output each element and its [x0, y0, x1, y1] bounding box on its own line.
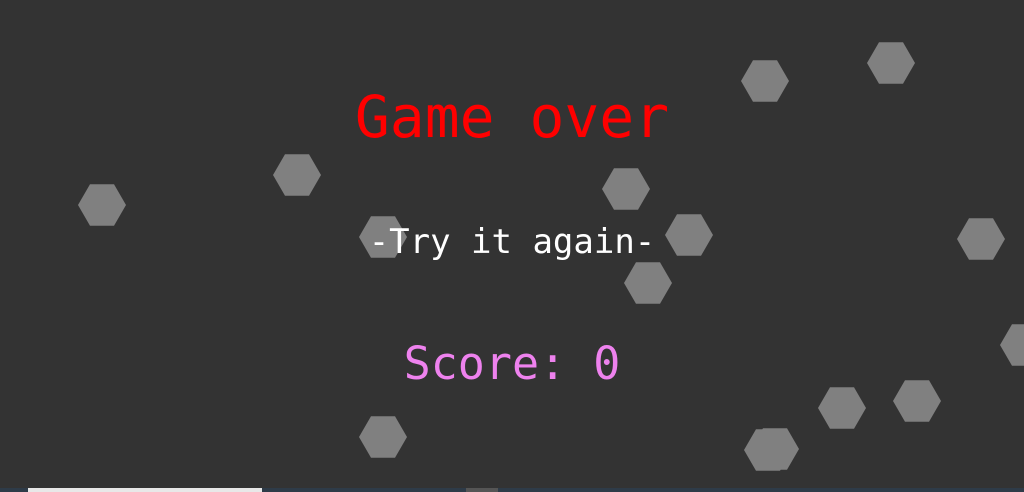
bottom-bar-highlight — [28, 488, 262, 492]
score-label: Score: — [403, 337, 567, 390]
bottom-bar-marker — [466, 488, 498, 492]
hexagon-icon — [624, 262, 672, 304]
score-value: 0 — [593, 337, 621, 390]
game-over-title: Game over — [354, 83, 670, 151]
hexagon-icon — [273, 154, 321, 196]
score-display: Score: 0 — [0, 336, 1024, 392]
hexagon-icon — [78, 184, 126, 226]
hexagon-icon — [359, 416, 407, 458]
hexagon-icon — [602, 168, 650, 210]
try-again-button[interactable]: -Try it again- — [0, 222, 1024, 262]
hexagon-icon — [867, 42, 915, 84]
hexagon-icon — [818, 387, 866, 429]
